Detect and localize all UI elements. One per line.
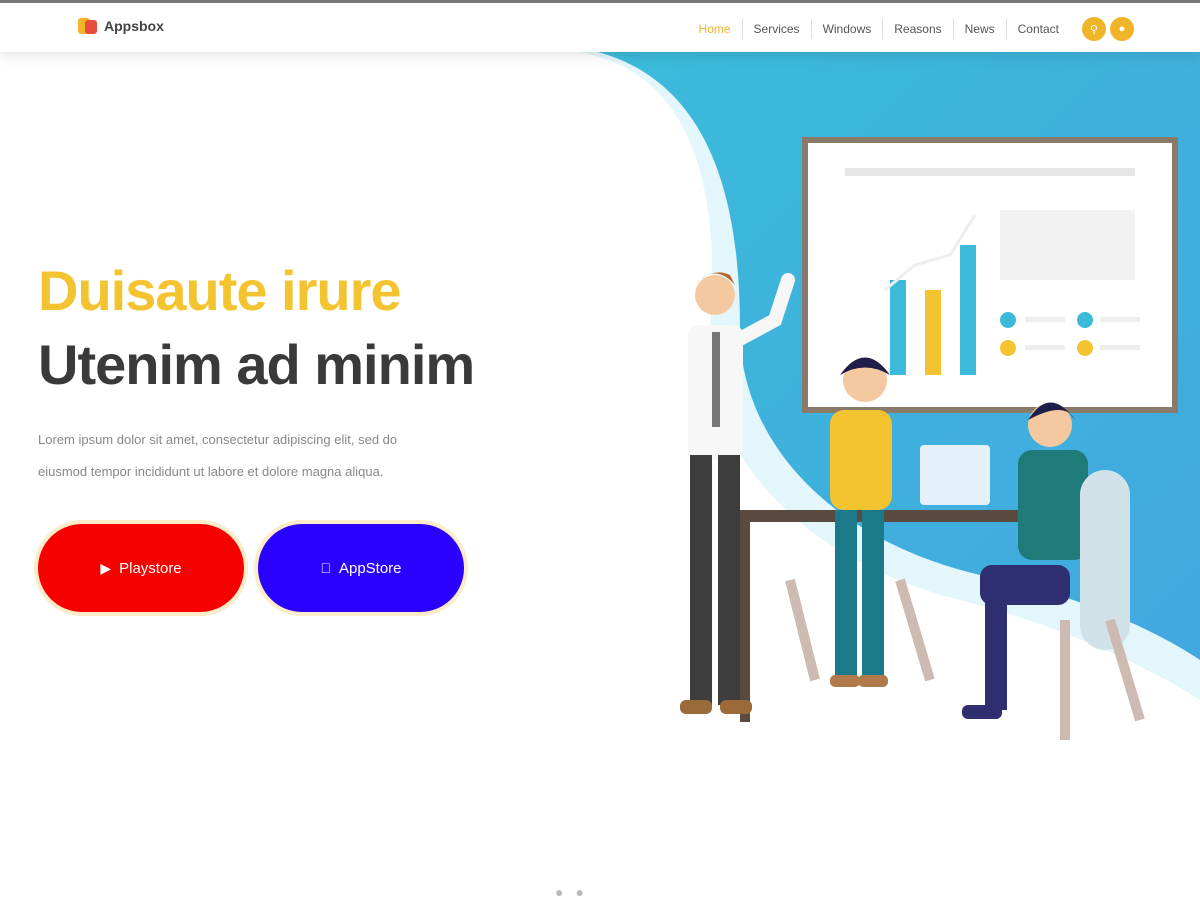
cart-icon[interactable]: ● — [1110, 17, 1134, 41]
hero-text-line-2: eiusmod tempor incididunt ut labore et d… — [38, 464, 384, 479]
scroll-dot-icon: ● — [575, 884, 584, 900]
appstore-button[interactable]:  AppStore — [258, 524, 464, 612]
main-nav: Home Services Windows Reasons News Conta… — [688, 17, 1134, 41]
nav-item-services[interactable]: Services — [743, 19, 812, 39]
logo-text: Appsbox — [104, 18, 164, 34]
hero-title-line-2: Utenim ad minim — [38, 333, 475, 396]
scroll-hint: ● ● — [555, 884, 584, 900]
landing-page: Appsbox Home Services Windows Reasons Ne… — [0, 0, 1200, 900]
hero-title-line-1: Duisaute irure — [38, 259, 402, 322]
header-actions: ⚲ ● — [1082, 17, 1134, 41]
nav-item-windows[interactable]: Windows — [812, 19, 884, 39]
nav-item-news[interactable]: News — [954, 19, 1007, 39]
nav-item-home[interactable]: Home — [688, 19, 743, 39]
appstore-button-label: AppStore — [333, 559, 402, 577]
apple-icon:  — [320, 560, 331, 576]
logo-icon — [78, 16, 98, 36]
playstore-button[interactable]: ▶ Playstore — [38, 524, 244, 612]
search-icon[interactable]: ⚲ — [1082, 17, 1106, 41]
nav-item-contact[interactable]: Contact — [1007, 19, 1070, 39]
hero-description: Lorem ipsum dolor sit amet, consectetur … — [38, 424, 538, 488]
scroll-dot-icon: ● — [555, 884, 564, 900]
presenter-illustration — [680, 272, 795, 714]
hero-text-line-1: Lorem ipsum dolor sit amet, consectetur … — [38, 432, 398, 447]
nav-item-reasons[interactable]: Reasons — [883, 19, 954, 39]
site-logo[interactable]: Appsbox — [70, 3, 260, 49]
play-icon: ▶ — [100, 559, 112, 576]
hero-illustration — [680, 137, 1178, 740]
playstore-button-label: Playstore — [119, 559, 182, 577]
site-header: Appsbox Home Services Windows Reasons Ne… — [0, 0, 1200, 52]
